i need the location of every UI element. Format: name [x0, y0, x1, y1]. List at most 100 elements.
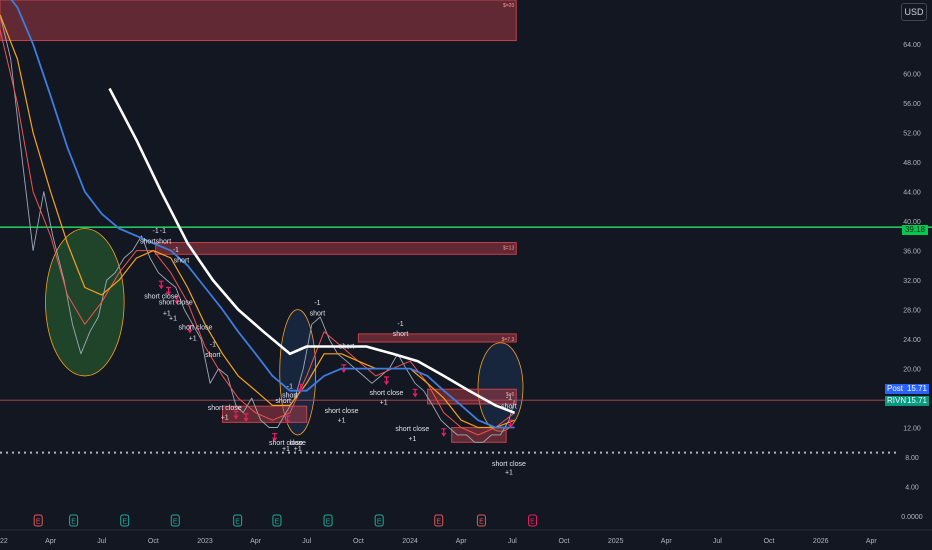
level-price-tag: 39.18	[902, 225, 928, 235]
y-tick-label-11: 24.00	[903, 337, 921, 344]
y-tick-label-15: 8.00	[905, 455, 919, 462]
x-tick-label-10: Jul	[508, 538, 517, 545]
y-tick-label-6: 44.00	[903, 190, 921, 197]
supply-zone-0	[0, 0, 517, 42]
x-axis[interactable]: 2022 Apr Jul Oct 2023 Apr Jul Oct 2024 Apr Jul Oct 2…	[0, 529, 932, 545]
arrow-layer	[158, 280, 514, 442]
earnings-letter-10: E	[530, 519, 535, 526]
trade-annotation-9: short close	[179, 325, 213, 332]
series-layer	[0, 0, 516, 443]
y-tick-label-8: 36.00	[903, 249, 921, 256]
trade-arrow-0	[158, 280, 164, 290]
price-chart[interactable]: $=20$=13$=7.3$=6 shortshort-1 -1-1shortsh…	[0, 0, 932, 550]
x-tick-label-17: Apr	[866, 538, 878, 545]
x-tick-label-12: 2025	[608, 538, 624, 545]
trade-annotation-1: -1	[152, 228, 158, 235]
x-tick-label-6: Jul	[302, 538, 311, 545]
symbol-label: RIVN	[887, 396, 907, 405]
trade-annotation-22: -1	[314, 300, 320, 307]
x-tick-label-0: 2022	[0, 538, 8, 545]
trade-annotation-10: +1	[189, 336, 197, 343]
trade-arrow-12	[441, 428, 447, 437]
trade-annotation-30: +1	[380, 400, 388, 407]
earnings-letter-9: E	[479, 519, 484, 526]
zone-label-1: $=13	[503, 246, 514, 252]
earnings-letter-2: E	[122, 519, 127, 526]
y-tick-label-14: 12.00	[903, 426, 921, 433]
earnings-letter-5: E	[275, 519, 280, 526]
trade-annotation-36: +1	[505, 470, 513, 477]
x-tick-label-5: Apr	[250, 538, 262, 545]
x-tick-label-14: Jul	[713, 538, 722, 545]
highlight-ellipse-2	[477, 342, 524, 432]
trade-annotation-24: short	[339, 344, 355, 351]
zone-layer: $=20$=13$=7.3$=6	[0, 0, 517, 443]
highlight-ellipse-0	[45, 228, 125, 377]
x-tick-label-11: Oct	[559, 538, 570, 545]
supply-zone-2	[357, 333, 517, 343]
trade-arrow-11	[412, 388, 418, 398]
trade-annotation-32: +1	[408, 436, 416, 443]
post-market-price-tag: Post 15.71	[885, 384, 929, 394]
x-tick-label-16: 2026	[813, 538, 829, 545]
earnings-letter-7: E	[377, 519, 382, 526]
trade-annotation-25: short close	[325, 408, 359, 415]
earnings-letter-4: E	[235, 519, 240, 526]
trade-annotation-28: short	[393, 331, 409, 338]
post-label: Post	[887, 384, 904, 393]
currency-button[interactable]: USD	[901, 3, 927, 21]
y-tick-label-16: 4.00	[905, 485, 919, 492]
x-tick-label-4: 2023	[197, 538, 213, 545]
zone-label-0: $=20	[503, 3, 514, 9]
trade-annotation-26: +1	[338, 417, 346, 424]
y-tick-label-10: 28.00	[903, 308, 921, 315]
supply-zone-1	[155, 242, 517, 255]
trade-annotation-11: -1	[210, 341, 216, 348]
x-tick-label-2: Jul	[97, 538, 106, 545]
trade-annotation-35: short close	[492, 461, 526, 468]
y-tick-label-9: 32.00	[903, 278, 921, 285]
y-tick-label-5: 48.00	[903, 160, 921, 167]
y-tick-label-2: 60.00	[903, 72, 921, 79]
x-tick-label-7: Oct	[353, 538, 364, 545]
earnings-letter-3: E	[173, 519, 178, 526]
trade-annotation-17: short	[282, 392, 298, 399]
trade-annotation-2: -1	[160, 228, 166, 235]
trade-annotation-31: short close	[395, 426, 429, 433]
symbol-value: 15.71	[906, 396, 927, 405]
y-tick-label-3: 56.00	[903, 101, 921, 108]
trade-annotation-29: short close	[370, 390, 404, 397]
x-tick-label-1: Apr	[45, 538, 57, 545]
symbol-price-tag: RIVN 15.71	[885, 396, 929, 406]
trade-annotation-12: short	[205, 352, 221, 359]
trade-annotation-34: -1	[506, 395, 512, 402]
price-line	[0, 14, 516, 443]
x-tick-label-15: Oct	[764, 538, 775, 545]
x-tick-label-8: 2024	[402, 538, 418, 545]
earnings-letter-0: E	[36, 519, 41, 526]
x-tick-label-9: Apr	[456, 538, 468, 545]
earnings-letter-1: E	[71, 519, 76, 526]
post-value: 15.71	[906, 384, 927, 393]
trade-annotation-6: short close	[159, 299, 193, 306]
trade-annotation-23: short	[310, 310, 326, 317]
trade-annotation-4: short	[174, 257, 190, 264]
y-tick-label-12: 20.00	[903, 367, 921, 374]
earnings-letter-6: E	[326, 519, 331, 526]
x-tick-label-3: Oct	[148, 538, 159, 545]
trade-annotation-21: +1	[294, 446, 302, 453]
y-tick-label-17: 0.0000	[901, 514, 923, 521]
trade-annotation-27: -1	[397, 321, 403, 328]
y-axis[interactable]: 68.0064.0060.0056.0052.0048.0044.0040.00…	[901, 13, 923, 521]
trade-annotation-14: +1	[221, 414, 229, 421]
zone-label-2: $=7.3	[502, 337, 515, 343]
trade-annotation-33: short	[501, 403, 517, 410]
y-tick-label-1: 64.00	[903, 42, 921, 49]
earnings-markers[interactable]: EEEEEEEEEEE	[33, 514, 538, 527]
trade-annotation-13: short close	[208, 405, 242, 412]
trade-annotation-16: -1	[287, 383, 293, 390]
trade-annotation-3: -1	[173, 247, 179, 254]
trade-arrow-10	[383, 376, 389, 386]
trade-annotation-0: shortshort	[140, 238, 171, 245]
trade-annotation-8: +1	[169, 316, 177, 323]
